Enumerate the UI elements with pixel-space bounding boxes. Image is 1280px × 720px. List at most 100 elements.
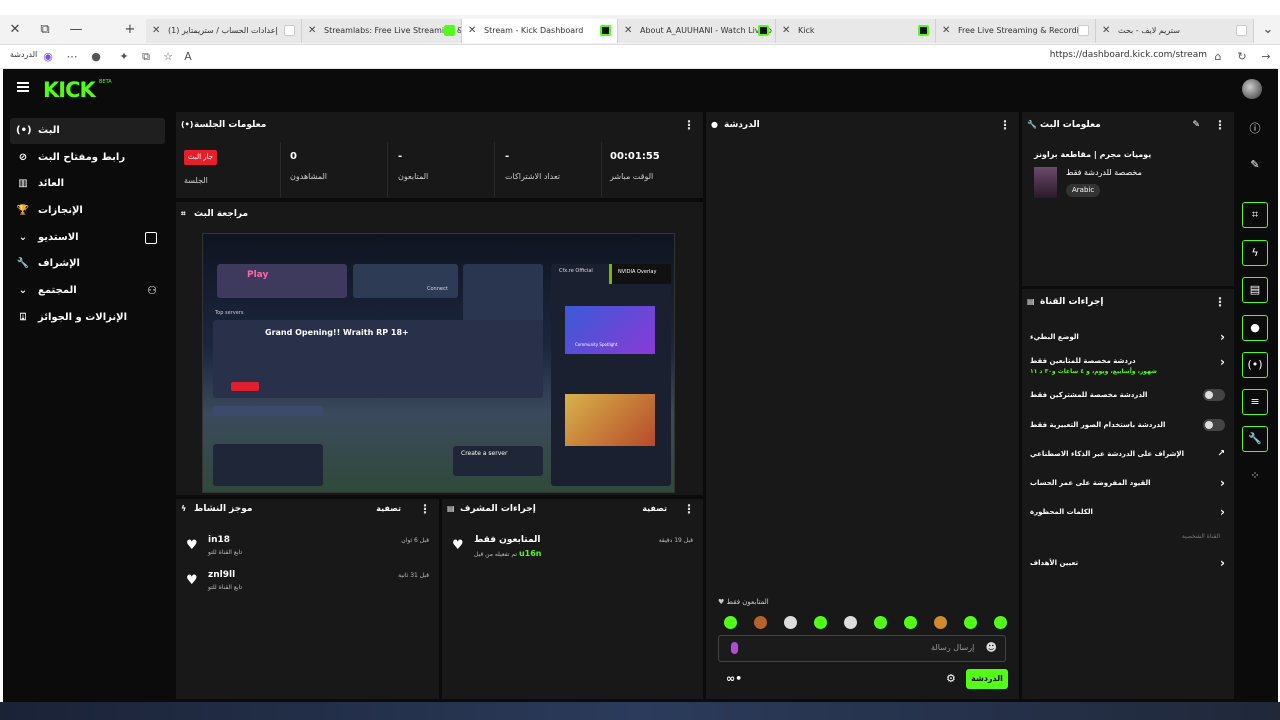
microphone-icon[interactable] [731, 642, 738, 654]
emote-icon[interactable] [814, 616, 827, 629]
kebab-menu-icon[interactable]: ⋮ [683, 112, 695, 138]
read-aloud-icon[interactable]: A [180, 49, 196, 65]
category-thumbnail[interactable] [1034, 167, 1057, 198]
emote-icon[interactable] [844, 616, 857, 629]
emote-icon[interactable] [784, 616, 797, 629]
mod-action-description: تم تفعيله من قبل u16n [474, 549, 541, 558]
close-tab-icon[interactable]: ✕ [624, 19, 632, 43]
browser-tab[interactable]: ✕ About A_AUUHANI - Watch Live o [618, 19, 776, 43]
stream-category[interactable]: مخصصة للدردشة فقط [1066, 168, 1142, 177]
browser-tab[interactable]: ✕ Free Live Streaming & Recording [936, 19, 1096, 43]
hamburger-menu-icon[interactable] [17, 82, 29, 92]
sidebar-item-stream-key[interactable]: ⊘ رابط ومفتاح البث [10, 145, 165, 171]
close-tab-icon[interactable]: ✕ [942, 19, 950, 43]
emote-icon[interactable] [754, 616, 767, 629]
apps-icon[interactable]: ⁘ [1242, 464, 1268, 490]
sidebar-item-community[interactable]: ⌄ المجتمع ⚇ [10, 278, 165, 304]
sidebar-item-drops[interactable]: ⍗ الإنزالات و الجوائز [10, 305, 165, 331]
close-tab-icon[interactable]: ✕ [308, 19, 316, 43]
new-tab-button[interactable]: + [116, 15, 144, 45]
edit-pencil-icon[interactable]: ✎ [1192, 112, 1200, 138]
activity-username[interactable]: znl9ll [208, 570, 235, 580]
kebab-menu-icon[interactable]: ⋮ [419, 499, 431, 519]
activity-username[interactable]: in18 [208, 535, 230, 545]
chat-message-input[interactable]: إرسال رسالة ☻ [718, 635, 1006, 662]
collections-icon[interactable]: ⧉ [138, 49, 154, 65]
close-tab-icon[interactable]: ✕ [1102, 19, 1110, 43]
site-info-icon[interactable]: ⌂ [1210, 49, 1226, 65]
external-window-icon[interactable] [145, 232, 157, 244]
bolt-icon[interactable]: ϟ [1242, 240, 1268, 266]
sidebar-item-stream[interactable]: (•) البث [10, 118, 165, 144]
stat-value: - [398, 151, 403, 162]
sidebar-item-label: الإنجازات [38, 205, 83, 216]
browser-tab[interactable]: ✕ Kick [776, 19, 936, 43]
sidebar-item-achievements[interactable]: 🏆 الإنجازات [10, 198, 165, 224]
ai-moderation-row[interactable]: الإشراف على الدردشة عبر الذكاء الاصطناعي… [1030, 443, 1225, 465]
kebab-menu-icon[interactable]: ⋮ [1214, 112, 1226, 138]
close-window-button[interactable]: ✕ [1, 15, 29, 45]
browser-tab-bar: ✕ — ⧉ + ✕ (1) إعدادات الحساب / ستريمتاير… [0, 15, 1280, 45]
tab-favicon-icon [758, 25, 769, 36]
close-tab-icon[interactable]: ✕ [782, 19, 790, 43]
browser-tab[interactable]: ✕ ستريم لايف - بحث [1096, 19, 1254, 43]
chat-infinity-icon[interactable]: ∞• [726, 672, 742, 685]
sidebar-item-revenue[interactable]: ▥ العائد [10, 171, 165, 197]
kick-logo[interactable]: KICK [43, 78, 96, 102]
moderator-username[interactable]: u16n [519, 549, 542, 558]
browser-tab[interactable]: ✕ (1) إعدادات الحساب / ستريمتاير [146, 19, 302, 43]
restore-window-button[interactable]: ⧉ [31, 15, 59, 45]
kebab-menu-icon[interactable]: ⋮ [999, 112, 1011, 138]
panel-title: مراجعة البث [194, 209, 249, 219]
refresh-icon[interactable]: ↻ [1234, 49, 1250, 65]
banned-words-row[interactable]: الكلمات المحظورة › [1030, 501, 1225, 523]
emoji-picker-icon[interactable]: ☻ [986, 641, 997, 654]
minimize-window-button[interactable]: — [62, 15, 90, 45]
set-goals-row[interactable]: تعيين الأهداف › [1030, 552, 1225, 574]
stream-preview-video[interactable]: Play Connect Top servers Grand Opening!!… [202, 233, 675, 493]
filter-button[interactable]: تصفية [642, 499, 667, 519]
tab-list-chevron-icon[interactable]: ⌄ [1254, 15, 1280, 45]
account-icon[interactable]: ● [88, 49, 104, 65]
close-tab-icon[interactable]: ✕ [468, 19, 476, 43]
settings-gear-icon[interactable]: ⚙ [946, 672, 956, 685]
wrench-icon[interactable]: 🔧 [1242, 426, 1268, 452]
emote-icon[interactable] [874, 616, 887, 629]
account-age-row[interactable]: القيود المفروضة على عمر الحساب › [1030, 472, 1225, 494]
emote-icon[interactable] [934, 616, 947, 629]
emote-icon[interactable] [904, 616, 917, 629]
emotes-only-toggle[interactable] [1203, 419, 1225, 431]
user-avatar[interactable] [1242, 79, 1262, 99]
extensions-icon[interactable]: ✦ [116, 49, 132, 65]
setting-label: الكلمات المحظورة [1030, 508, 1093, 516]
slow-mode-row[interactable]: الوضع البطيء › [1030, 326, 1225, 348]
filter-button[interactable]: تصفية [376, 499, 401, 519]
info-icon[interactable]: ⓘ [1242, 117, 1268, 143]
browser-tab[interactable]: ✕ Streamlabs: Free Live Streaming & [302, 19, 462, 43]
emote-icon[interactable] [724, 616, 737, 629]
subs-only-toggle[interactable] [1203, 389, 1225, 401]
copilot-icon[interactable]: ◉ [40, 49, 56, 65]
kebab-menu-icon[interactable]: ⋮ [1214, 289, 1226, 315]
language-tag: Arabic [1066, 184, 1101, 197]
url-field[interactable]: https://dashboard.kick.com/stream [1050, 50, 1207, 60]
sidebar-item-moderation[interactable]: 🔧 الإشراف [10, 251, 165, 277]
pencil-icon[interactable]: ✎ [1242, 153, 1268, 179]
close-tab-icon[interactable]: ✕ [152, 19, 160, 43]
kebab-menu-icon[interactable]: ⋮ [683, 499, 695, 519]
send-chat-button[interactable]: الدردشة [966, 669, 1008, 689]
followers-chat-row[interactable]: دردشة مخصصة للمتابعين فقط شهور، وأسابيع،… [1030, 351, 1225, 381]
browser-tab-active[interactable]: ✕ Stream - Kick Dashboard [462, 19, 618, 43]
favorite-star-icon[interactable]: ☆ [160, 49, 176, 65]
emote-icon[interactable] [994, 616, 1007, 629]
more-icon[interactable]: ⋯ [64, 49, 80, 65]
doc-icon[interactable]: ▤ [1242, 277, 1268, 303]
emote-icon[interactable] [964, 616, 977, 629]
broadcast-icon[interactable]: (•) [1242, 352, 1268, 378]
sidebar-item-studio[interactable]: ⌄ الاستديو [10, 225, 165, 251]
layers-icon[interactable]: ≡ [1242, 389, 1268, 415]
focus-icon[interactable]: ⌗ [1242, 202, 1268, 228]
chat-icon[interactable]: ● [1242, 315, 1268, 341]
forward-arrow-icon[interactable]: → [1258, 49, 1274, 65]
people-icon[interactable]: ⚇ [147, 278, 157, 304]
